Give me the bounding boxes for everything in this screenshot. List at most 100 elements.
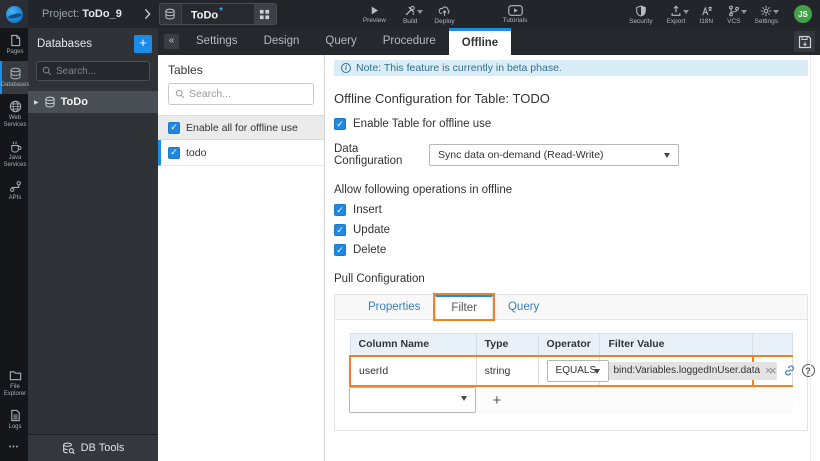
tutorials-label: Tutorials	[502, 17, 528, 24]
left-rail: Pages Databases Web Services Java Servic…	[0, 28, 29, 461]
sidebar-item-web-services[interactable]: Web Services	[0, 94, 28, 134]
tab-filter[interactable]: Filter	[433, 293, 495, 321]
sidebar-item-databases[interactable]: Databases	[0, 61, 29, 94]
tables-panel-title: Tables	[168, 63, 203, 77]
filter-table: Column Name Type Operator Filter Value u…	[348, 333, 815, 387]
cell-column-name[interactable]: userId	[348, 354, 477, 387]
add-row-button[interactable]: +	[493, 393, 502, 408]
sidebar-item-logs[interactable]: Logs	[0, 403, 28, 436]
save-export-icon[interactable]	[794, 31, 815, 52]
databases-search-input[interactable]	[56, 65, 146, 77]
tables-search-input[interactable]	[189, 88, 307, 100]
tutorials-button[interactable]: Tutorials	[502, 0, 528, 28]
tab-filter-query[interactable]: Query	[493, 295, 554, 319]
settings-button[interactable]: Settings	[754, 0, 780, 28]
enable-all-checkbox[interactable]: ✓	[168, 121, 180, 134]
check-icon: ✓	[336, 118, 344, 129]
sidebar-item-java-services[interactable]: Java Services	[0, 134, 28, 174]
beta-note-banner: i Note: This feature is currently in bet…	[334, 60, 808, 76]
export-icon	[670, 4, 689, 17]
db-tools-button[interactable]: DB Tools	[28, 434, 158, 461]
grid-icon[interactable]	[253, 4, 276, 24]
tab-design[interactable]: Design	[251, 28, 313, 55]
app-logo[interactable]	[0, 0, 28, 28]
export-button[interactable]: Export	[667, 0, 689, 28]
tab-offline[interactable]: Offline	[448, 28, 512, 55]
log-file-icon	[9, 409, 22, 422]
search-icon	[42, 66, 52, 76]
shield-icon	[635, 4, 647, 17]
tab-query[interactable]: Query	[312, 28, 369, 55]
sidebar-item-apis[interactable]: APIs	[0, 174, 28, 207]
build-button[interactable]: Build	[402, 0, 424, 28]
collapse-panel-icon[interactable]: «	[164, 34, 179, 49]
rail-label: Logs	[8, 424, 22, 430]
check-icon: ✓	[170, 147, 178, 157]
tab-properties[interactable]: Properties	[353, 295, 435, 319]
settings-label: Settings	[754, 17, 779, 25]
insert-checkbox[interactable]: ✓	[334, 204, 346, 216]
beta-note-text: Note: This feature is currently in beta …	[356, 62, 562, 74]
rail-spacer	[0, 207, 28, 363]
databases-panel-header: Databases +	[28, 28, 158, 53]
tree-caret-icon[interactable]: ▶	[34, 99, 39, 106]
add-database-button[interactable]: +	[134, 35, 152, 53]
service-tab-todo[interactable]: ToDo*	[158, 3, 277, 25]
video-icon	[507, 5, 523, 16]
user-avatar[interactable]: JS	[794, 5, 812, 23]
help-icon[interactable]: ?	[801, 364, 815, 377]
table-item-todo[interactable]: ✓ todo	[158, 140, 324, 166]
enable-table-label: Enable Table for offline use	[353, 118, 492, 130]
bind-value-chip: bind:Variables.loggedInUser.data ×	[608, 361, 777, 380]
update-label: Update	[353, 224, 391, 236]
operator-select[interactable]: EQUALS	[546, 359, 609, 382]
new-column-select[interactable]	[349, 387, 476, 413]
table-todo-checkbox[interactable]: ✓	[168, 146, 180, 159]
build-label: Build	[402, 17, 418, 25]
filter-table-header-row: Column Name Type Operator Filter Value	[349, 333, 793, 356]
databases-search[interactable]	[36, 61, 150, 81]
scrollbar-gutter[interactable]	[810, 55, 811, 461]
data-configuration-select[interactable]: Sync data on-demand (Read-Write)	[429, 144, 679, 166]
delete-row-icon[interactable]: ×	[769, 363, 777, 378]
topbar-actions-right: Security Export I18N VCS Settings JS	[629, 0, 820, 28]
folder-icon	[9, 369, 22, 382]
page-title: Offline Configuration for Table: TODO	[334, 91, 550, 106]
caret-down-icon	[460, 396, 467, 401]
db-tools-label: DB Tools	[80, 442, 125, 454]
sidebar-item-pages[interactable]: Pages	[0, 28, 28, 61]
check-icon: ✓	[336, 224, 344, 235]
caret-down-icon	[682, 9, 689, 14]
update-checkbox[interactable]: ✓	[334, 224, 346, 236]
tables-search[interactable]	[168, 83, 314, 105]
rail-label: Java Services	[3, 155, 27, 168]
translate-icon	[700, 5, 713, 17]
i18n-button[interactable]: I18N	[699, 0, 713, 28]
security-button[interactable]: Security	[629, 0, 653, 28]
database-icon	[9, 67, 22, 80]
pull-config-tabs: Properties Filter Query	[334, 293, 808, 321]
caret-down-icon	[740, 9, 747, 14]
deploy-button[interactable]: Deploy	[434, 0, 455, 28]
enable-all-row[interactable]: ✓ Enable all for offline use	[158, 115, 324, 140]
data-configuration-value: Sync data on-demand (Read-Write)	[438, 149, 604, 161]
database-item-todo[interactable]: ▶ ToDo	[28, 91, 158, 113]
more-options-icon[interactable]: •••	[0, 436, 28, 461]
data-configuration-label: Data Configuration	[334, 143, 403, 167]
caret-down-icon	[417, 9, 424, 14]
preview-label: Preview	[362, 17, 386, 24]
data-configuration-row: Data Configuration Sync data on-demand (…	[334, 143, 808, 167]
enable-table-checkbox[interactable]: ✓	[334, 118, 346, 130]
preview-button[interactable]: Preview	[363, 0, 386, 28]
insert-label: Insert	[353, 204, 382, 216]
tab-procedure[interactable]: Procedure	[370, 28, 449, 55]
caret-down-icon	[664, 153, 670, 158]
tab-settings[interactable]: Settings	[183, 28, 251, 55]
caret-down-icon	[773, 9, 780, 14]
sidebar-item-file-explorer[interactable]: File Explorer	[0, 363, 28, 403]
vcs-button[interactable]: VCS	[727, 0, 747, 28]
delete-checkbox[interactable]: ✓	[334, 244, 346, 256]
bind-link-icon[interactable]	[783, 364, 796, 377]
header-operator: Operator	[537, 333, 601, 356]
editor-tabbar: « Settings Design Query Procedure Offlin…	[158, 28, 820, 55]
